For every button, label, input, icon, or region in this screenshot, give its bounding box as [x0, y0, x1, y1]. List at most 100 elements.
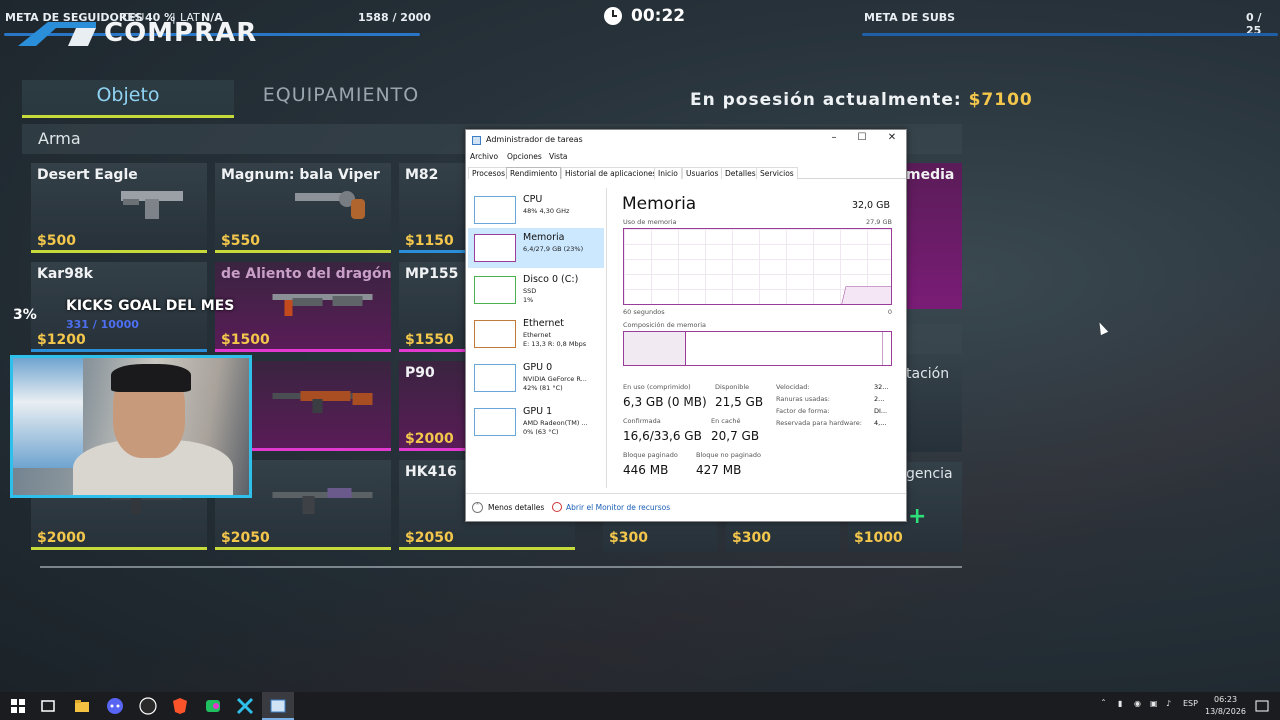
- tab-procesos[interactable]: Procesos: [468, 167, 510, 179]
- discord-icon[interactable]: [105, 696, 125, 716]
- weapon-name: M82: [405, 167, 439, 183]
- sidebar-item-gpu1[interactable]: GPU 1 AMD Radeon(TM) ... 0% (63 °C): [468, 402, 604, 442]
- memory-panel: Memoria 32,0 GB Uso de memoria 27,9 GB 6…: [622, 194, 892, 477]
- memory-total: 32,0 GB: [851, 200, 890, 211]
- sidebar-item-cpu[interactable]: CPU 48% 4,30 GHz: [468, 190, 604, 230]
- clock-icon: [604, 7, 622, 25]
- tab-rendimiento[interactable]: Rendimiento: [506, 167, 562, 179]
- buy-title: COMPRAR: [104, 18, 258, 48]
- sidebar-item-memoria[interactable]: Memoria 6,4/27,9 GB (23%): [468, 228, 604, 268]
- shotgun-icon: [272, 294, 373, 316]
- notification-icon[interactable]: [1252, 696, 1272, 716]
- menu-archivo[interactable]: Archivo: [470, 152, 498, 161]
- kicks-goal-title: KICKS GOAL DEL MES: [66, 298, 235, 314]
- tab-usuarios[interactable]: Usuarios: [682, 167, 723, 179]
- weapon-price: $2050: [405, 530, 454, 546]
- resource-monitor-link[interactable]: Abrir el Monitor de recursos: [566, 503, 670, 512]
- weapon-price: $2000: [405, 431, 454, 447]
- weapon-price: $2000: [37, 530, 86, 546]
- money-display: En posesión actualmente: $7100: [690, 90, 1033, 110]
- revolver-icon: [295, 191, 365, 219]
- rifle-icon: [272, 391, 373, 413]
- money-value: $7100: [968, 90, 1033, 110]
- subs-progress-bar: [862, 33, 1278, 36]
- clock-date[interactable]: 13/8/2026: [1205, 707, 1246, 716]
- category-label: Arma: [38, 129, 81, 148]
- weapon-name: HK416: [405, 464, 457, 480]
- xcom-app-icon[interactable]: [235, 696, 255, 716]
- equipment-price: $1000: [854, 530, 903, 546]
- equipment-name: gencia: [906, 466, 953, 482]
- fewer-details-link[interactable]: Menos detalles: [488, 503, 544, 512]
- memory-nonpaged: 427 MB: [696, 463, 742, 477]
- task-manager-taskbar-icon[interactable]: [268, 696, 288, 716]
- tab-detalles[interactable]: Detalles: [721, 167, 760, 179]
- memory-title: Memoria: [622, 194, 697, 214]
- file-explorer-icon[interactable]: [72, 696, 92, 716]
- battery-icon[interactable]: ▮: [1118, 699, 1122, 708]
- weapon-price: $1150: [405, 233, 454, 249]
- clock-time[interactable]: 06:23: [1214, 695, 1237, 704]
- flag-image: [13, 358, 83, 468]
- tab-historial[interactable]: Historial de aplicaciones: [561, 167, 661, 179]
- menu-vista[interactable]: Vista: [549, 152, 568, 161]
- close-button[interactable]: ✕: [878, 132, 906, 143]
- weapon-card[interactable]: de Aliento del dragón $1500: [215, 262, 391, 352]
- divider: [40, 566, 962, 568]
- task-manager-icon: [472, 136, 481, 145]
- equipment-price: $300: [609, 530, 648, 546]
- memory-paged: 446 MB: [623, 463, 669, 477]
- sidebar-item-disco[interactable]: Disco 0 (C:) SSD 1%: [468, 270, 604, 310]
- weapon-name: de Aliento del dragón: [221, 266, 391, 282]
- weapon-card[interactable]: Magnum: bala Viper $550: [215, 163, 391, 253]
- task-view-icon[interactable]: [38, 696, 58, 716]
- webcam-feed: [10, 355, 252, 498]
- buy-logo-icon: [18, 22, 96, 46]
- memory-committed: 16,6/33,6 GB: [623, 429, 702, 443]
- sidebar-item-ethernet[interactable]: Ethernet Ethernet E: 13,3 R: 0,8 Mbps: [468, 314, 604, 354]
- brave-browser-icon[interactable]: [170, 696, 190, 716]
- assault-rifle-icon: [272, 488, 373, 514]
- pistol-icon: [121, 191, 183, 219]
- equipment-name: tación: [906, 366, 950, 382]
- memory-usage-graph: [623, 228, 892, 305]
- sidebar-item-gpu0[interactable]: GPU 0 NVIDIA GeForce R... 42% (81 °C): [468, 358, 604, 398]
- window-title: Administrador de tareas: [486, 135, 583, 144]
- language-indicator[interactable]: ESP: [1183, 699, 1198, 708]
- memory-in-use: 6,3 GB (0 MB): [623, 395, 707, 409]
- weapon-name: Kar98k: [37, 266, 93, 282]
- equipment-name: media: [906, 167, 955, 183]
- stream-timer: 00:22: [631, 6, 686, 26]
- weapon-price: $500: [37, 233, 76, 249]
- kicks-goal-progress: 331 / 10000: [66, 318, 139, 331]
- volume-icon[interactable]: ♪: [1166, 699, 1171, 708]
- task-manager-window[interactable]: Administrador de tareas – ☐ ✕ Archivo Op…: [465, 129, 907, 522]
- weapon-price: $1200: [37, 332, 86, 348]
- maximize-button[interactable]: ☐: [848, 132, 876, 143]
- memory-available: 21,5 GB: [715, 395, 764, 409]
- followers-progress: 1588 / 2000: [358, 11, 431, 24]
- tab-objeto[interactable]: Objeto: [22, 80, 234, 118]
- tab-inicio[interactable]: Inicio: [654, 167, 682, 179]
- obs-icon[interactable]: [138, 696, 158, 716]
- tab-servicios[interactable]: Servicios: [756, 167, 798, 179]
- windows-taskbar: ˆ ▮ ◉ ▣ ♪ ESP 06:23 13/8/2026: [0, 692, 1280, 720]
- minimize-button[interactable]: –: [820, 132, 848, 143]
- menu-opciones[interactable]: Opciones: [507, 152, 542, 161]
- weapon-card[interactable]: Desert Eagle $500: [31, 163, 207, 253]
- game-app-icon[interactable]: [203, 696, 223, 716]
- weapon-name: Magnum: bala Viper: [221, 167, 380, 183]
- memory-composition-bar: [623, 331, 892, 366]
- microphone-icon[interactable]: ◉: [1134, 699, 1141, 708]
- tab-equipamiento[interactable]: EQUIPAMIENTO: [234, 80, 448, 118]
- plus-icon: +: [908, 504, 927, 529]
- memory-cached: 20,7 GB: [711, 429, 760, 443]
- weapon-price: $550: [221, 233, 260, 249]
- equipment-price: $300: [732, 530, 771, 546]
- resource-monitor-icon: [552, 502, 562, 512]
- windows-start-icon[interactable]: [8, 696, 28, 716]
- weapon-price: $1550: [405, 332, 454, 348]
- network-icon[interactable]: ▣: [1150, 699, 1158, 708]
- subs-label: META DE SUBS: [864, 11, 956, 24]
- chevron-up-icon[interactable]: ˆ: [1101, 699, 1106, 710]
